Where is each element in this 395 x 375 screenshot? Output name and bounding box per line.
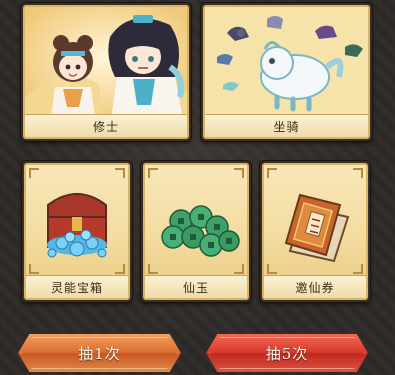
card-label: 灵能宝箱 <box>50 280 103 295</box>
card-label: 仙玉 <box>182 280 209 295</box>
mount-art <box>205 7 368 119</box>
card-invitation-ticket[interactable]: 邀仙券 <box>260 161 370 302</box>
draw-once-label: 抽1次 <box>78 344 121 363</box>
card-spirit-chest[interactable]: 灵能宝箱 <box>22 161 132 302</box>
card-label: 修士 <box>92 119 119 134</box>
cultivator-art <box>25 7 187 119</box>
jade-coins-icon <box>145 165 247 276</box>
card-immortal-jade[interactable]: 仙玉 <box>141 161 251 302</box>
draw-five-label: 抽5次 <box>265 344 309 363</box>
card-label: 坐骑 <box>273 119 300 134</box>
card-cultivator[interactable]: 修士 <box>21 3 191 141</box>
card-label: 邀仙券 <box>295 280 335 295</box>
draw-five-button[interactable]: 抽5次 <box>206 334 368 372</box>
card-mount[interactable]: 坐骑 <box>201 3 372 141</box>
draw-once-button[interactable]: 抽1次 <box>18 334 181 372</box>
invitation-ticket-icon <box>264 165 366 276</box>
treasure-chest-icon <box>26 165 128 276</box>
